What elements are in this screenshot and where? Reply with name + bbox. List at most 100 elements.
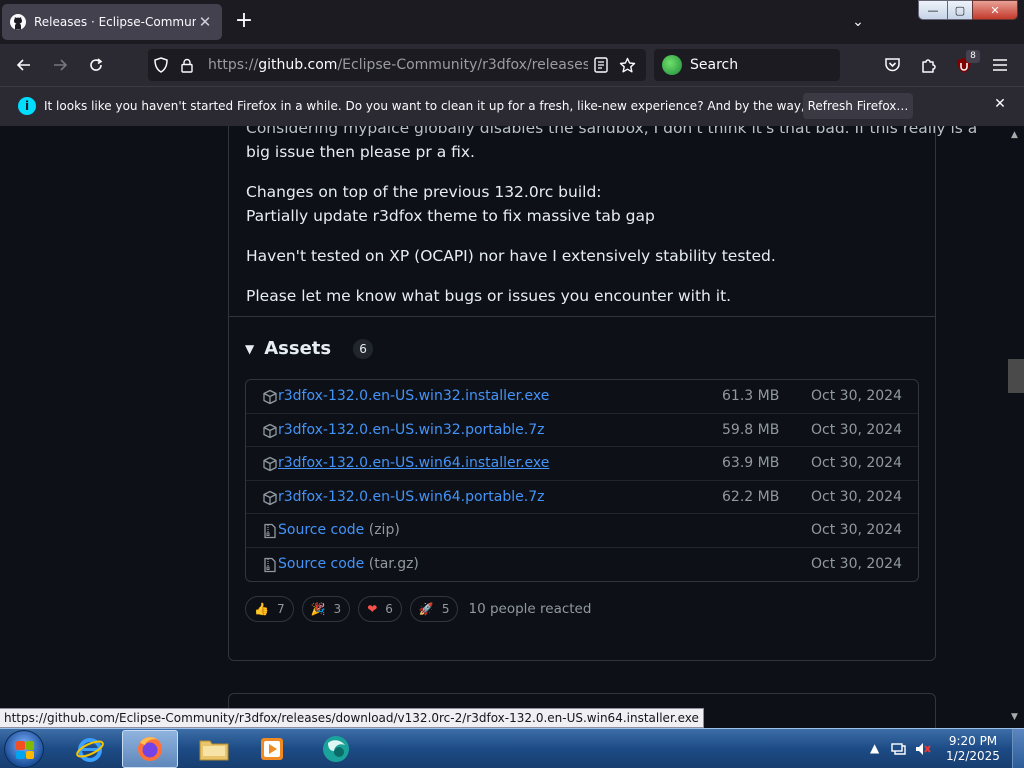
windows-logo-icon (16, 741, 34, 759)
asset-date: Oct 30, 2024 (811, 522, 902, 539)
puzzle-piece-icon (921, 58, 936, 73)
taskbar-r3dfox[interactable] (308, 730, 364, 768)
extensions-button[interactable] (914, 52, 942, 78)
address-bar[interactable]: https://github.com/Eclipse-Community/r3d… (148, 49, 646, 81)
hamburger-menu-icon (993, 59, 1007, 71)
scroll-up-arrow-icon[interactable]: ▲ (1011, 130, 1018, 140)
ublock-count-badge: 8 (966, 50, 980, 63)
reaction-count: 3 (333, 602, 342, 616)
reaction-heart-button[interactable]: ❤ 6 (358, 596, 402, 622)
back-button[interactable] (10, 52, 38, 78)
tab-title: Releases · Eclipse-Community/r3dfox (34, 15, 196, 29)
release-body-paragraph: Changes on top of the previous 132.0rc b… (246, 183, 602, 201)
taskbar-file-explorer[interactable] (186, 730, 242, 768)
search-engine-icon (662, 55, 682, 75)
reload-button[interactable] (82, 52, 110, 78)
asset-size: 59.8 MB (722, 421, 780, 438)
asset-link[interactable]: r3dfox-132.0.en-US.win32.installer.exe (278, 388, 549, 404)
system-clock[interactable]: 9:20 PM 1/2/2025 (940, 734, 1006, 764)
release-body-paragraph: Please let me know what bugs or issues y… (246, 287, 732, 305)
notification-text: It looks like you haven't started Firefo… (44, 99, 900, 113)
asset-link[interactable]: r3dfox-132.0.en-US.win64.installer.exe (278, 455, 549, 471)
asset-date: Oct 30, 2024 (811, 388, 902, 404)
search-bar[interactable]: Search (654, 49, 840, 81)
r3dfox-globe-icon (323, 736, 349, 762)
lock-icon[interactable] (174, 58, 200, 73)
asset-link[interactable]: r3dfox-132.0.en-US.win64.portable.7z (278, 489, 544, 505)
window-maximize-button[interactable]: ▢ (947, 0, 973, 20)
reaction-count: 6 (385, 602, 393, 616)
heart-icon: ❤ (367, 602, 378, 616)
taskbar-firefox[interactable] (122, 730, 178, 768)
asset-link[interactable]: Source code (zip) (278, 522, 400, 538)
app-menu-button[interactable] (986, 52, 1014, 78)
reaction-count: 7 (276, 602, 285, 616)
package-icon (263, 490, 277, 505)
reaction-hooray-button[interactable]: 🎉 3 (301, 596, 351, 622)
assets-toggle[interactable]: ▼ Assets 6 (245, 338, 374, 359)
reload-icon (90, 58, 103, 71)
asset-size: 63.9 MB (722, 455, 780, 472)
scroll-down-arrow-icon[interactable]: ▼ (1011, 712, 1018, 722)
assets-count-badge: 6 (353, 338, 374, 359)
clock-date: 1/2/2025 (946, 749, 1000, 763)
ublock-origin-button[interactable]: 8 (950, 50, 980, 78)
url-text[interactable]: https://github.com/Eclipse-Community/r3d… (208, 57, 588, 73)
info-icon: i (18, 97, 36, 115)
firefox-icon (138, 737, 162, 761)
asset-row: r3dfox-132.0.en-US.win64.installer.exe 6… (246, 447, 918, 481)
media-player-icon (261, 738, 283, 760)
github-icon (10, 14, 26, 30)
window-minimize-button[interactable]: — (918, 0, 948, 20)
asset-name: r3dfox-132.0.en-US.win32.portable.7z (278, 421, 545, 438)
windows-taskbar: ▲ 9:20 PM 1/2/2025 (0, 728, 1024, 768)
asset-link[interactable]: r3dfox-132.0.en-US.win32.portable.7z (278, 422, 544, 438)
pocket-button[interactable] (878, 52, 906, 78)
refresh-firefox-button[interactable]: Refresh Firefox… (803, 93, 913, 119)
list-all-tabs-button[interactable]: ⌄ (846, 10, 870, 34)
asset-row: Source code (zip) Oct 30, 2024 (246, 514, 918, 548)
internet-explorer-icon (76, 738, 104, 762)
asset-date: Oct 30, 2024 (811, 421, 902, 438)
show-desktop-button[interactable] (1012, 729, 1024, 768)
asset-extension: (tar.gz) (364, 555, 419, 572)
release-card: Considering mypalce globally disables th… (228, 126, 977, 661)
asset-name: Source code (278, 522, 365, 539)
taskbar-media-player[interactable] (244, 730, 300, 768)
show-hidden-icons-arrow-icon[interactable]: ▲ (870, 741, 879, 755)
new-tab-button[interactable]: + (232, 10, 256, 34)
asset-name: r3dfox-132.0.en-US.win64.installer.exe (278, 455, 550, 472)
asset-name: r3dfox-132.0.en-US.win64.portable.7z (278, 488, 545, 505)
file-zip-icon (264, 524, 276, 539)
reader-view-icon[interactable] (588, 57, 614, 73)
tab-releases[interactable]: Releases · Eclipse-Community/r3dfox ✕ (2, 4, 222, 40)
clock-time: 9:20 PM (948, 734, 998, 748)
asset-row: Source code (tar.gz) Oct 30, 2024 (246, 548, 918, 581)
window-close-button[interactable]: ✕ (972, 0, 1018, 20)
divider (229, 316, 935, 317)
tracking-protection-shield-icon[interactable] (148, 57, 174, 73)
start-button[interactable] (4, 730, 44, 768)
action-center-flag-icon[interactable] (890, 741, 906, 760)
page-scrollbar[interactable]: ▲ ▼ (1008, 126, 1024, 728)
volume-muted-icon[interactable] (914, 741, 932, 760)
pocket-icon (884, 58, 900, 72)
asset-date: Oct 30, 2024 (811, 555, 902, 572)
tab-close-icon[interactable]: ✕ (196, 13, 214, 31)
tab-strip: Releases · Eclipse-Community/r3dfox ✕ + … (0, 0, 1024, 44)
release-body-paragraph: big issue then please pr a fix. (246, 143, 475, 161)
notification-close-icon[interactable]: ✕ (990, 96, 1010, 116)
package-icon (263, 389, 277, 405)
asset-row: r3dfox-132.0.en-US.win64.portable.7z 62.… (246, 481, 918, 515)
page-content: Considering mypalce globally disables th… (0, 126, 1008, 728)
asset-name: Source code (278, 555, 365, 572)
forward-button[interactable] (46, 52, 74, 78)
scrollbar-thumb[interactable] (1008, 359, 1024, 393)
reaction-rocket-button[interactable]: 🚀 5 (409, 596, 459, 622)
notification-bar: i It looks like you haven't started Fire… (0, 86, 1024, 126)
bookmark-star-icon[interactable] (614, 57, 640, 74)
reaction-thumbs-up-button[interactable]: 👍 7 (245, 596, 294, 622)
back-arrow-icon (16, 59, 30, 71)
asset-link[interactable]: Source code (tar.gz) (278, 556, 419, 572)
taskbar-internet-explorer[interactable] (62, 730, 118, 768)
